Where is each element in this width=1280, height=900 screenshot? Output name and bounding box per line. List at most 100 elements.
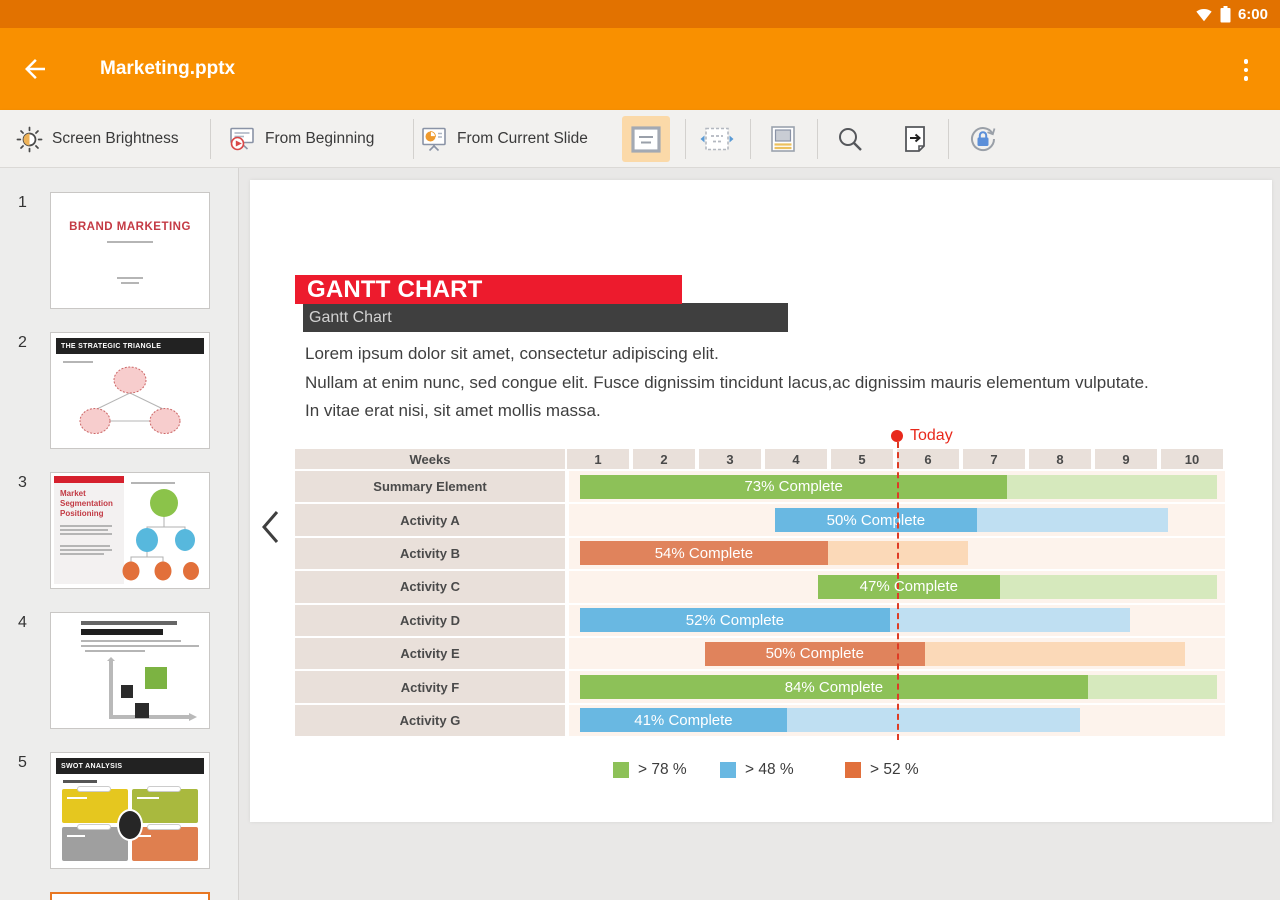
previous-slide-chevron[interactable] — [258, 508, 284, 548]
go-to-page-icon — [902, 125, 928, 153]
screen-brightness-label: Screen Brightness — [52, 130, 179, 148]
legend-label: > 78 % — [638, 761, 687, 779]
gantt-bar-fill: 41% Complete — [580, 708, 787, 732]
week-header-cell: 6 — [897, 449, 959, 469]
slide-thumbnail-4[interactable] — [50, 612, 210, 729]
back-button[interactable] — [20, 54, 52, 86]
gantt-row-label: Summary Element — [295, 471, 565, 502]
slide-thumbnail-1[interactable]: BRAND MARKETING — [50, 192, 210, 309]
go-to-page-button[interactable] — [891, 116, 939, 162]
wifi-icon — [1195, 7, 1213, 22]
slide-thumbnail-3[interactable]: Market Segmentation Positioning — [50, 472, 210, 589]
week-header-cell: 7 — [963, 449, 1025, 469]
legend-item: > 78 % — [613, 761, 687, 779]
slide-title: GANTT CHART — [307, 276, 483, 304]
week-header-cell: 10 — [1161, 449, 1223, 469]
gantt-bar: 52% Complete — [580, 608, 1130, 632]
screen-brightness-button[interactable]: Screen Brightness — [16, 110, 179, 168]
week-header-cell: 5 — [831, 449, 893, 469]
gantt-bar: 47% Complete — [818, 575, 1217, 599]
slide-thumbnail-5[interactable]: SWOT ANALYSIS — [50, 752, 210, 869]
search-icon — [836, 125, 864, 153]
slide-canvas[interactable]: Gantt Chart GANTT CHART Lorem ipsum dolo… — [250, 180, 1272, 822]
gantt-bar: 54% Complete — [580, 541, 968, 565]
slide-number: 3 — [18, 474, 27, 492]
content-area: 1 BRAND MARKETING 2 THE STRATEGIC TRIANG… — [0, 168, 1280, 900]
week-header-cell: 2 — [633, 449, 695, 469]
normal-view-button[interactable] — [622, 116, 670, 162]
slide-body-line: In vitae erat nisi, sit amet mollis mass… — [305, 397, 1255, 426]
gantt-bar-fill: 84% Complete — [580, 675, 1088, 699]
gantt-row: Summary Element 73% Complete — [295, 471, 1225, 502]
gantt-bar: 50% Complete — [705, 642, 1185, 666]
legend-swatch — [845, 762, 861, 778]
gantt-rows: Summary Element 73% Complete Activity A 50%… — [295, 471, 1225, 736]
overflow-menu-button[interactable] — [1236, 54, 1256, 86]
gantt-bar-label: 52% Complete — [686, 612, 784, 629]
from-current-slide-icon — [420, 125, 448, 153]
slide-thumbnail-6[interactable] — [50, 892, 210, 900]
gantt-row-label: Activity D — [295, 605, 565, 636]
gantt-row: Activity D 52% Complete — [295, 605, 1225, 636]
chevron-left-icon — [258, 508, 284, 546]
from-beginning-button[interactable]: From Beginning — [228, 110, 374, 168]
gantt-bar-fill: 52% Complete — [580, 608, 890, 632]
week-header-cell: 8 — [1029, 449, 1091, 469]
gantt-bar-label: 54% Complete — [655, 545, 753, 562]
gantt-row-label: Activity A — [295, 504, 565, 535]
gantt-row-label: Activity G — [295, 705, 565, 736]
gantt-row: Activity C 47% Complete — [295, 571, 1225, 602]
back-arrow-icon — [20, 54, 52, 84]
brightness-icon — [16, 126, 43, 153]
gantt-bar-fill: 50% Complete — [775, 508, 977, 532]
gantt-row: Activity G 41% Complete — [295, 705, 1225, 736]
document-title: Marketing.pptx — [100, 58, 235, 80]
toolbar: Screen Brightness From Beginning — [0, 110, 1280, 168]
slide-thumbnail-2[interactable]: THE STRATEGIC TRIANGLE — [50, 332, 210, 449]
gantt-bar-fill: 50% Complete — [705, 642, 925, 666]
slide-subtitle-banner: Gantt Chart — [303, 303, 788, 332]
week-axis: 12345678910 — [565, 449, 1225, 469]
thumb1-title: BRAND MARKETING — [51, 221, 209, 233]
gantt-row-label: Activity F — [295, 671, 565, 702]
from-beginning-icon — [228, 125, 256, 153]
status-bar: 6:00 — [0, 0, 1280, 28]
gantt-bar-fill: 73% Complete — [580, 475, 1007, 499]
slide-number: 5 — [18, 754, 27, 772]
gantt-row-label: Activity C — [295, 571, 565, 602]
status-clock: 6:00 — [1238, 6, 1268, 23]
rotation-lock-button[interactable] — [959, 116, 1007, 162]
notes-view-button[interactable] — [759, 116, 807, 162]
gantt-bar-fill: 54% Complete — [580, 541, 827, 565]
thumb5-title: SWOT ANALYSIS — [56, 758, 204, 774]
fit-to-width-view-button[interactable] — [693, 116, 741, 162]
gantt-bar: 41% Complete — [580, 708, 1080, 732]
slide-title-banner: GANTT CHART — [295, 275, 682, 304]
slide-number: 4 — [18, 614, 27, 632]
toolbar-divider — [817, 119, 818, 159]
from-current-slide-label: From Current Slide — [457, 130, 588, 148]
week-header-cell: 1 — [567, 449, 629, 469]
gantt-bar-label: 73% Complete — [744, 478, 842, 495]
slide-thumbnail-panel[interactable]: 1 BRAND MARKETING 2 THE STRATEGIC TRIANG… — [0, 168, 239, 900]
gantt-bar-label: 84% Complete — [785, 679, 883, 696]
slide-number: 1 — [18, 194, 27, 212]
week-header-cell: 4 — [765, 449, 827, 469]
overflow-menu-icon — [1244, 59, 1249, 64]
legend-label: > 48 % — [745, 761, 794, 779]
gantt-table: Weeks 12345678910 Summary Element73% Com… — [295, 449, 1225, 738]
toolbar-divider — [413, 119, 414, 159]
fit-to-width-view-icon — [700, 126, 734, 153]
gantt-bar-label: 50% Complete — [766, 645, 864, 662]
gantt-row: Activity A 50% Complete — [295, 504, 1225, 535]
rotation-lock-icon — [968, 124, 998, 154]
gantt-row-label: Activity B — [295, 538, 565, 569]
today-label: Today — [910, 427, 953, 445]
toolbar-divider — [685, 119, 686, 159]
gantt-weeks-header-label: Weeks — [295, 449, 565, 469]
slide-body-line: Lorem ipsum dolor sit amet, consectetur … — [305, 340, 1255, 369]
week-header-cell: 9 — [1095, 449, 1157, 469]
from-current-slide-button[interactable]: From Current Slide — [420, 110, 588, 168]
gantt-bar-label: 41% Complete — [634, 712, 732, 729]
search-button[interactable] — [826, 116, 874, 162]
